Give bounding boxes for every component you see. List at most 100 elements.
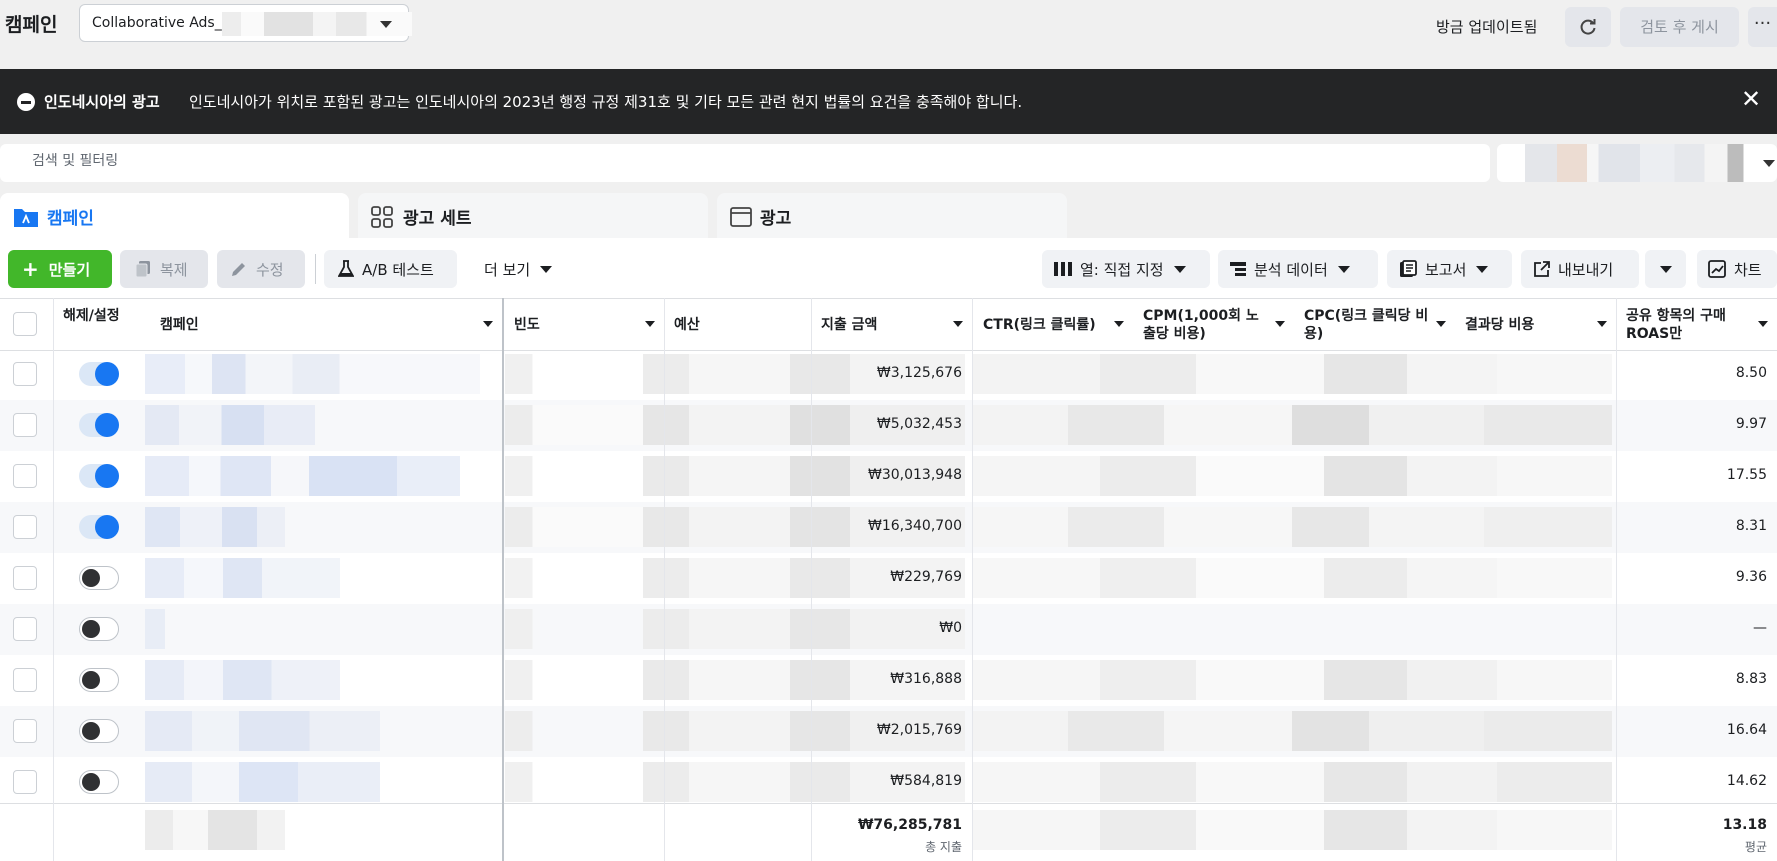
column-header-label: 예산 <box>674 317 700 333</box>
column-header-roas[interactable]: 공유 항목의 구매 ROAS만 <box>1616 299 1777 351</box>
column-header-toggle[interactable]: 해제/설정 <box>53 299 143 351</box>
column-header-spend[interactable]: 지출 금액 <box>811 299 972 351</box>
account-selector[interactable]: Collaborative Ads_I <box>79 4 412 42</box>
more-options-button[interactable]: ··· <box>1748 7 1777 47</box>
duplicate-button[interactable]: 복제 <box>120 250 208 288</box>
chevron-down-icon <box>953 321 963 327</box>
view-more-button[interactable]: 더 보기 <box>470 250 570 288</box>
totals-metrics-redacted <box>972 810 1612 850</box>
row-checkbox[interactable] <box>13 464 37 488</box>
campaign-name-redacted[interactable] <box>145 762 380 802</box>
chevron-down-icon <box>380 21 392 28</box>
export-button[interactable]: 내보내기 <box>1521 250 1639 288</box>
row-metrics-redacted <box>972 354 1612 394</box>
pencil-icon <box>230 260 248 278</box>
column-header-frequency[interactable]: 빈도 <box>504 299 664 351</box>
campaign-toggle-switch[interactable] <box>79 668 119 692</box>
table-row[interactable]: ₩316,888 8.83 <box>0 655 1777 706</box>
updated-status: 방금 업데이트됨 <box>1436 18 1538 36</box>
columns-button[interactable]: 열: 직접 지정 <box>1042 250 1210 288</box>
column-header-budget[interactable]: 예산 <box>664 299 811 351</box>
edit-button[interactable]: 수정 <box>217 250 305 288</box>
row-checkbox[interactable] <box>13 668 37 692</box>
table-header: 해제/설정 캠페인 빈도 예산 지출 금액 CTR(링크 클릭률) CPM(1,… <box>0 298 1777 351</box>
campaign-toggle-switch[interactable] <box>79 362 119 386</box>
campaign-toggle-switch[interactable] <box>79 617 119 641</box>
tab-campaigns[interactable]: 캠페인 <box>0 193 349 239</box>
breakdown-label: 분석 데이터 <box>1254 260 1328 279</box>
row-checkbox[interactable] <box>13 566 37 590</box>
row-checkbox[interactable] <box>13 362 37 386</box>
table-row[interactable]: ₩16,340,700 8.31 <box>0 502 1777 553</box>
campaign-name-redacted[interactable] <box>145 660 340 700</box>
refresh-button[interactable] <box>1565 7 1611 47</box>
breakdown-button[interactable]: 분석 데이터 <box>1218 250 1378 288</box>
campaign-name-redacted[interactable] <box>145 507 285 547</box>
close-icon[interactable]: ✕ <box>1741 87 1761 111</box>
campaign-toggle-switch[interactable] <box>79 515 119 539</box>
campaign-toggle-switch[interactable] <box>79 464 119 488</box>
total-spend-label: 총 지출 <box>925 840 962 854</box>
column-header-label: 빈도 <box>514 317 540 333</box>
column-header-label: 해제/설정 <box>63 308 120 324</box>
campaign-toggle-switch[interactable] <box>79 413 119 437</box>
search-input[interactable] <box>32 153 1432 169</box>
column-divider <box>811 298 812 861</box>
frozen-column-divider[interactable] <box>502 298 504 861</box>
tab-ad-sets[interactable]: 광고 세트 <box>358 193 708 239</box>
reports-button[interactable]: 보고서 <box>1387 250 1512 288</box>
tab-ads[interactable]: 광고 <box>717 193 1067 239</box>
chevron-down-icon <box>1597 321 1607 327</box>
create-button[interactable]: + 만들기 <box>8 250 112 288</box>
campaign-name-redacted[interactable] <box>145 405 315 445</box>
row-checkbox[interactable] <box>13 617 37 641</box>
ab-test-button[interactable]: A/B 테스트 <box>324 250 457 288</box>
campaign-name-redacted[interactable] <box>145 711 380 751</box>
top-bar: 캠페인 Collaborative Ads_I 방금 업데이트됨 검토 후 게시… <box>0 0 1777 48</box>
plus-icon: + <box>22 257 39 281</box>
column-header-cpc[interactable]: CPC(링크 클릭당 비용) <box>1294 299 1455 351</box>
campaign-name-redacted[interactable] <box>145 354 480 394</box>
export-options-button[interactable] <box>1645 250 1686 288</box>
table-row[interactable]: ₩2,015,769 16.64 <box>0 706 1777 757</box>
row-checkbox[interactable] <box>13 515 37 539</box>
campaign-toggle-switch[interactable] <box>79 719 119 743</box>
row-metrics-redacted <box>972 711 1612 751</box>
table-row[interactable]: ₩584,819 14.62 <box>0 757 1777 808</box>
column-header-label: CPC(링크 클릭당 비용) <box>1304 308 1429 342</box>
totals-row: ₩76,285,781 총 지출 13.18 평균 <box>0 803 1777 861</box>
row-metrics-redacted <box>972 456 1612 496</box>
row-checkbox[interactable] <box>13 770 37 794</box>
table-row[interactable]: ₩3,125,676 8.50 <box>0 349 1777 400</box>
column-header-campaign[interactable]: 캠페인 <box>150 299 502 351</box>
table-row[interactable]: ₩30,013,948 17.55 <box>0 451 1777 502</box>
campaign-name-redacted[interactable] <box>145 558 340 598</box>
column-header-cost-per-result[interactable]: 결과당 비용 <box>1455 299 1616 351</box>
campaign-toggle-switch[interactable] <box>79 566 119 590</box>
column-header-ctr[interactable]: CTR(링크 클릭률) <box>972 299 1133 351</box>
column-divider <box>1616 298 1617 861</box>
roas-cell: 9.97 <box>1735 416 1767 432</box>
roas-cell: — <box>1753 620 1767 636</box>
select-all-checkbox[interactable] <box>13 312 37 336</box>
roas-cell: 16.64 <box>1726 722 1767 738</box>
date-range-picker[interactable] <box>1497 144 1777 182</box>
spend-cell: ₩2,015,769 <box>876 722 962 738</box>
table-row[interactable]: ₩5,032,453 9.97 <box>0 400 1777 451</box>
table-row[interactable]: ₩0 — <box>0 604 1777 655</box>
table-row[interactable]: ₩229,769 9.36 <box>0 553 1777 604</box>
row-checkbox[interactable] <box>13 719 37 743</box>
row-checkbox[interactable] <box>13 413 37 437</box>
chevron-down-icon <box>1337 265 1350 273</box>
column-header-cpm[interactable]: CPM(1,000회 노출당 비용) <box>1133 299 1294 351</box>
total-spend: ₩76,285,781 <box>857 817 962 833</box>
view-more-label: 더 보기 <box>484 260 531 279</box>
spend-cell: ₩5,032,453 <box>876 416 962 432</box>
chart-button[interactable]: 차트 <box>1697 250 1777 288</box>
campaign-name-redacted[interactable] <box>145 609 165 649</box>
campaign-name-redacted[interactable] <box>145 456 460 496</box>
breakdown-icon <box>1230 261 1246 277</box>
campaign-toggle-switch[interactable] <box>79 770 119 794</box>
spend-cell: ₩584,819 <box>890 773 962 789</box>
review-publish-button[interactable]: 검토 후 게시 <box>1620 7 1739 47</box>
